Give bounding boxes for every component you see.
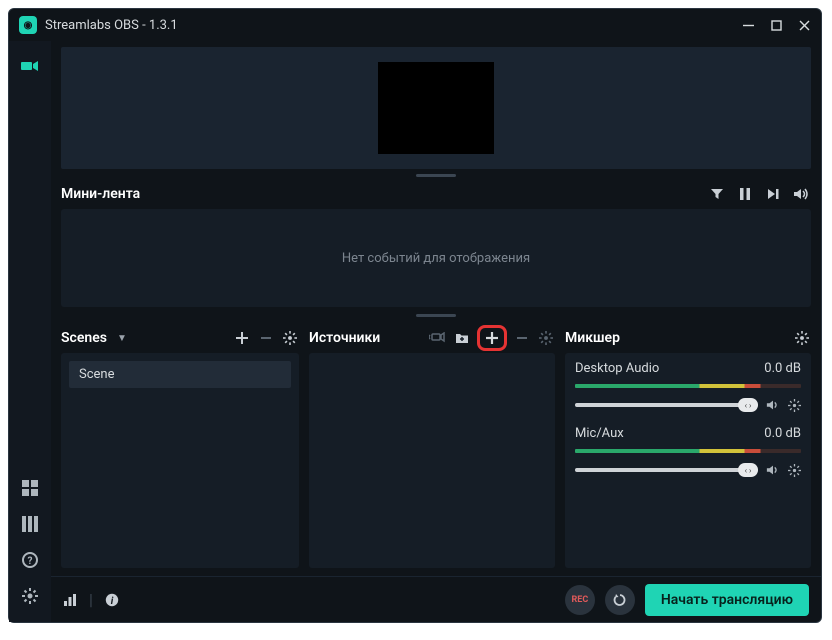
scenes-title[interactable]: Scenes [61, 330, 107, 346]
remove-source-icon[interactable] [513, 329, 531, 347]
feed-panel: Мини-лента Нет событий для отобр [61, 179, 811, 307]
drag-handle-icon[interactable] [416, 174, 456, 177]
channel-level: 0.0 dB [764, 426, 801, 441]
studio-mode-icon[interactable] [427, 330, 447, 346]
scene-item[interactable]: Scene [69, 361, 291, 388]
channel-name: Desktop Audio [575, 361, 659, 376]
drag-handle-icon[interactable] [416, 314, 456, 317]
remove-scene-icon[interactable] [257, 329, 275, 347]
scene-settings-icon[interactable] [281, 329, 299, 347]
add-folder-icon[interactable] [453, 330, 471, 346]
preview-output [378, 62, 494, 154]
mute-icon[interactable] [766, 463, 780, 477]
info-icon[interactable]: i [105, 593, 119, 607]
preview-canvas[interactable] [61, 47, 811, 169]
filter-icon[interactable] [707, 184, 727, 204]
sidebar: ? [9, 41, 51, 622]
main-area: Мини-лента Нет событий для отобр [51, 41, 821, 622]
volume-icon[interactable] [791, 184, 811, 204]
svg-text:?: ? [28, 556, 33, 567]
sources-title: Источники [309, 330, 380, 346]
divider: | [89, 590, 93, 609]
stats-icon[interactable] [63, 593, 77, 607]
chevron-down-icon[interactable]: ▼ [117, 333, 127, 344]
settings-icon[interactable] [18, 584, 42, 608]
replay-buffer-button[interactable] [605, 585, 635, 615]
sources-list[interactable] [309, 353, 555, 568]
level-meter [575, 449, 801, 453]
mixer-channel: Mic/Aux 0.0 dB ‹ › [565, 418, 811, 483]
feed-empty-state: Нет событий для отображения [61, 209, 811, 307]
preview-container [51, 41, 821, 171]
footer: | i REC Начать трансляцию [51, 576, 821, 622]
source-settings-icon[interactable] [537, 329, 555, 347]
app-title: Streamlabs OBS - 1.3.1 [45, 18, 743, 33]
help-icon[interactable]: ? [18, 548, 42, 572]
level-meter [575, 384, 801, 388]
channel-settings-icon[interactable] [788, 464, 801, 477]
titlebar: ◉ Streamlabs OBS - 1.3.1 [9, 9, 821, 41]
volume-slider[interactable]: ‹ › [575, 468, 758, 472]
mixer-channel: Desktop Audio 0.0 dB ‹ › [565, 353, 811, 418]
minimize-button[interactable] [743, 20, 755, 31]
sources-panel: Источники [309, 323, 555, 568]
add-scene-icon[interactable] [233, 329, 251, 347]
mixer-settings-icon[interactable] [793, 329, 811, 347]
scenes-panel: Scenes ▼ Scene [61, 323, 299, 568]
channel-settings-icon[interactable] [788, 399, 801, 412]
mixer-title: Микшер [565, 330, 620, 346]
app-logo: ◉ [19, 16, 37, 34]
maximize-button[interactable] [771, 20, 783, 31]
record-button[interactable]: REC [565, 585, 595, 615]
mixer-panel: Микшер Desktop Audio 0.0 dB ‹ › [565, 323, 811, 568]
highlight-add-source [477, 325, 507, 351]
go-live-button[interactable]: Начать трансляцию [645, 584, 809, 616]
editor-tab-icon[interactable] [18, 55, 42, 79]
pause-icon[interactable] [735, 184, 755, 204]
skip-icon[interactable] [763, 184, 783, 204]
mute-icon[interactable] [766, 398, 780, 412]
channel-name: Mic/Aux [575, 426, 624, 441]
app-window: ◉ Streamlabs OBS - 1.3.1 [8, 8, 822, 623]
volume-slider[interactable]: ‹ › [575, 403, 758, 407]
svg-text:i: i [111, 596, 114, 607]
themes-icon[interactable] [18, 512, 42, 536]
feed-title: Мини-лента [61, 186, 140, 202]
channel-level: 0.0 dB [764, 361, 801, 376]
dashboard-icon[interactable] [18, 476, 42, 500]
close-button[interactable] [799, 20, 811, 31]
add-source-icon[interactable] [483, 329, 501, 347]
